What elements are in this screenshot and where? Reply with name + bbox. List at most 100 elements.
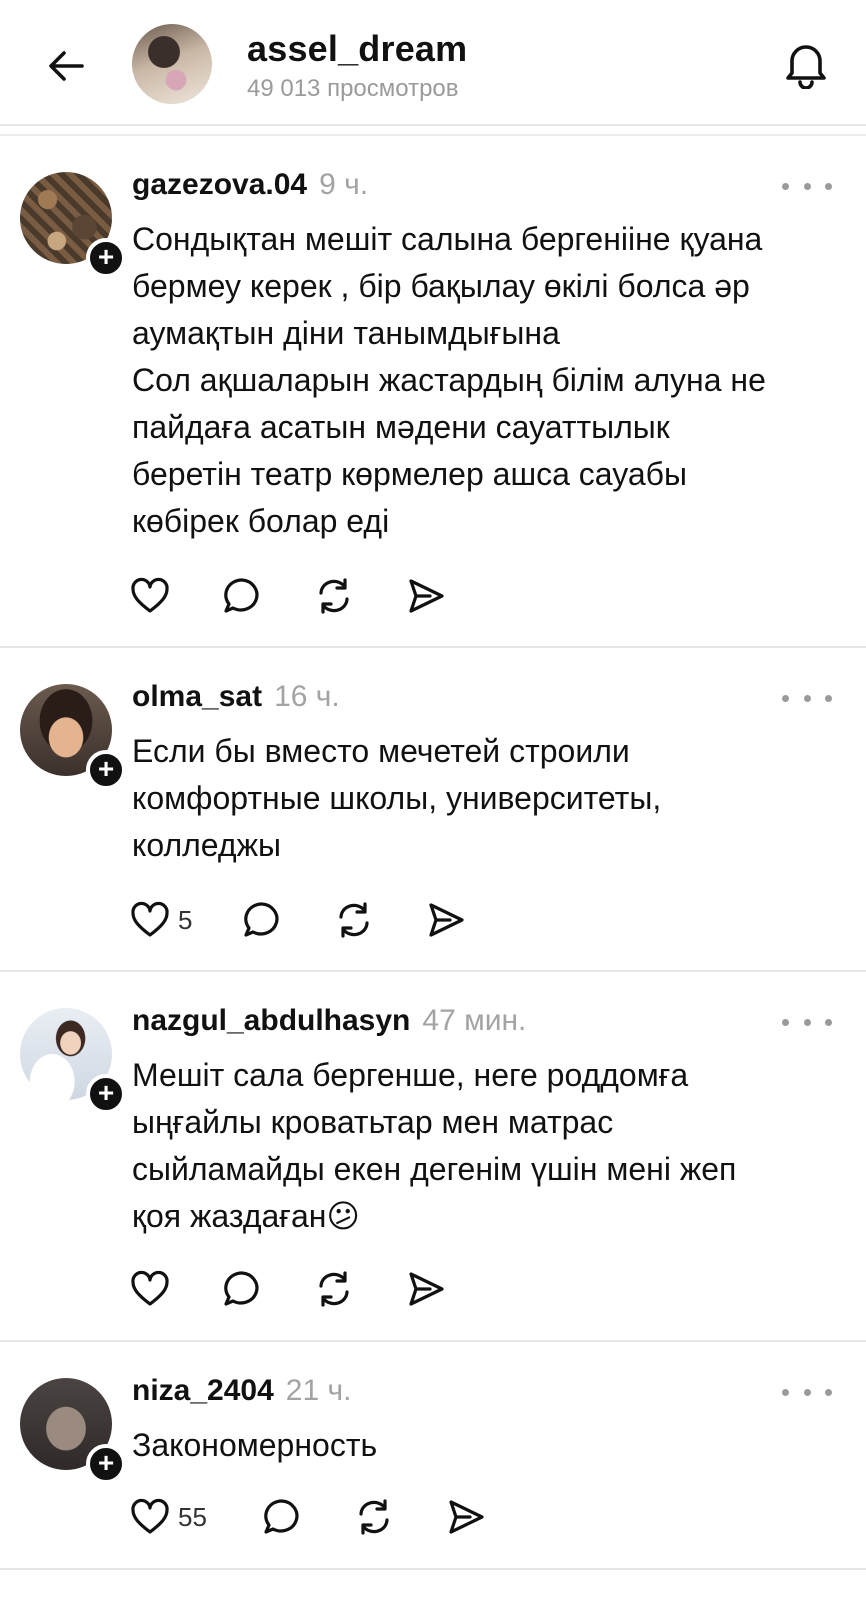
reply-button[interactable] [242,900,334,940]
like-count: 5 [178,904,193,935]
comment-bubble-icon [244,902,279,937]
follow-button[interactable]: + [86,1444,126,1484]
comment-header: olma_sat 16 ч. [132,680,340,714]
comment-feed: + gazezova.04 9 ч. Сондықтан мешіт салын… [0,134,866,1570]
more-options-button[interactable] [782,172,832,200]
repost-icon [319,1271,349,1307]
comment-line: комфортные школы, университеты, [132,780,662,816]
dot [782,182,789,190]
username[interactable]: nazgul_abdulhasyn [132,1004,410,1038]
notifications-button[interactable] [778,36,834,92]
comment-text: Сондықтан мешіт салына бергенііне қуана … [132,216,832,545]
heart-icon [131,901,169,937]
reply-button[interactable] [262,1497,354,1537]
comment-line: сыйламайды екен дегенім үшін мені жеп [132,1151,737,1187]
comment-line: Мешіт сала бергенше, неге роддомға [132,1057,689,1093]
bell-icon [786,45,826,89]
comment-line: көбірек болар еді [132,503,390,539]
comment-text: Если бы вместо мечетей строили комфортны… [132,728,832,869]
avatar-wrap: + [20,684,126,790]
comment-bubble-icon [224,1271,259,1306]
author-avatar[interactable] [132,24,212,104]
follow-button[interactable]: + [86,238,126,278]
plus-icon: + [97,1077,115,1108]
dot [803,1388,811,1396]
share-button[interactable] [426,900,466,940]
comment-header: nazgul_abdulhasyn 47 мин. [132,1004,526,1038]
page-title[interactable]: assel_dream [247,28,467,70]
comment-line: Сол ақшаларын жастардың білім алуна не [132,362,766,398]
action-bar: 5 [130,895,466,945]
dot [803,1018,811,1026]
like-button[interactable] [130,1270,222,1308]
username[interactable]: olma_sat [132,680,262,714]
more-options-button[interactable] [782,684,832,712]
comment-header: niza_2404 21 ч. [132,1374,351,1408]
send-icon [429,903,464,937]
dot [782,1388,789,1396]
repost-button[interactable] [334,900,426,940]
avatar-wrap: + [20,1008,126,1114]
avatar-wrap: + [20,172,126,278]
timestamp: 21 ч. [285,1374,352,1407]
timestamp: 47 мин. [422,1004,527,1037]
reply-button[interactable] [222,576,314,616]
follow-button[interactable]: + [86,1074,126,1114]
dot [825,1388,832,1396]
follow-button[interactable]: + [86,750,126,790]
more-options-button[interactable] [782,1378,832,1406]
send-icon [409,1272,444,1306]
dot [803,182,811,190]
share-button[interactable] [406,576,446,616]
dot [825,182,832,190]
reply-button[interactable] [222,1269,314,1309]
heart-icon [131,1498,169,1534]
comment-line: колледжы [132,827,281,863]
comment-item: + nazgul_abdulhasyn 47 мин. Мешіт сала б… [0,972,866,1342]
share-button[interactable] [446,1497,486,1537]
repost-button[interactable] [354,1497,446,1537]
action-bar [130,571,446,621]
comment-line: қоя жаздаған😕 [132,1198,360,1234]
dot [782,1018,789,1026]
back-button[interactable] [40,40,92,92]
like-button[interactable] [130,577,222,615]
comment-item: + gazezova.04 9 ч. Сондықтан мешіт салын… [0,136,866,648]
comment-line: бермеу керек , бір бақылау өкілі болса ә… [132,268,750,304]
comment-line: ыңғайлы кроватьтар мен матрас [132,1104,614,1140]
send-icon [409,579,444,613]
like-button[interactable]: 55 [130,1498,262,1536]
timestamp: 16 ч. [274,680,340,713]
avatar-wrap: + [20,1378,126,1484]
comment-item: + olma_sat 16 ч. Если бы вместо мечетей … [0,648,866,972]
comment-text: Мешіт сала бергенше, неге роддомға ыңғай… [132,1052,832,1240]
repost-icon [319,578,349,614]
plus-icon: + [97,1447,115,1478]
comment-header: gazezova.04 9 ч. [132,168,368,202]
like-button[interactable]: 5 [130,901,242,939]
dot [803,694,811,702]
dot [825,1018,832,1026]
more-options-button[interactable] [782,1008,832,1036]
comment-bubble-icon [224,578,259,613]
like-count: 55 [178,1501,207,1532]
comment-line: пайдаға асатын мәдени сауаттылык [132,409,670,445]
heart-icon [131,1270,169,1306]
username[interactable]: gazezova.04 [132,168,307,202]
comment-line: Сондықтан мешіт салына бергенііне қуана [132,221,763,257]
action-bar [130,1264,446,1314]
comment-line: аумақтын діни танымдығына [132,315,560,351]
top-bar: assel_dream 49 013 просмотров [0,0,866,126]
repost-icon [339,902,369,938]
dot [782,694,789,702]
username[interactable]: niza_2404 [132,1374,274,1408]
repost-button[interactable] [314,1269,406,1309]
share-button[interactable] [406,1269,446,1309]
send-icon [449,1500,484,1534]
comment-line: Закономерность [132,1427,378,1463]
comment-line: Если бы вместо мечетей строили [132,733,630,769]
comment-text: Закономерность [132,1422,832,1469]
comment-bubble-icon [264,1499,299,1534]
repost-button[interactable] [314,576,406,616]
action-bar: 55 [130,1492,486,1542]
